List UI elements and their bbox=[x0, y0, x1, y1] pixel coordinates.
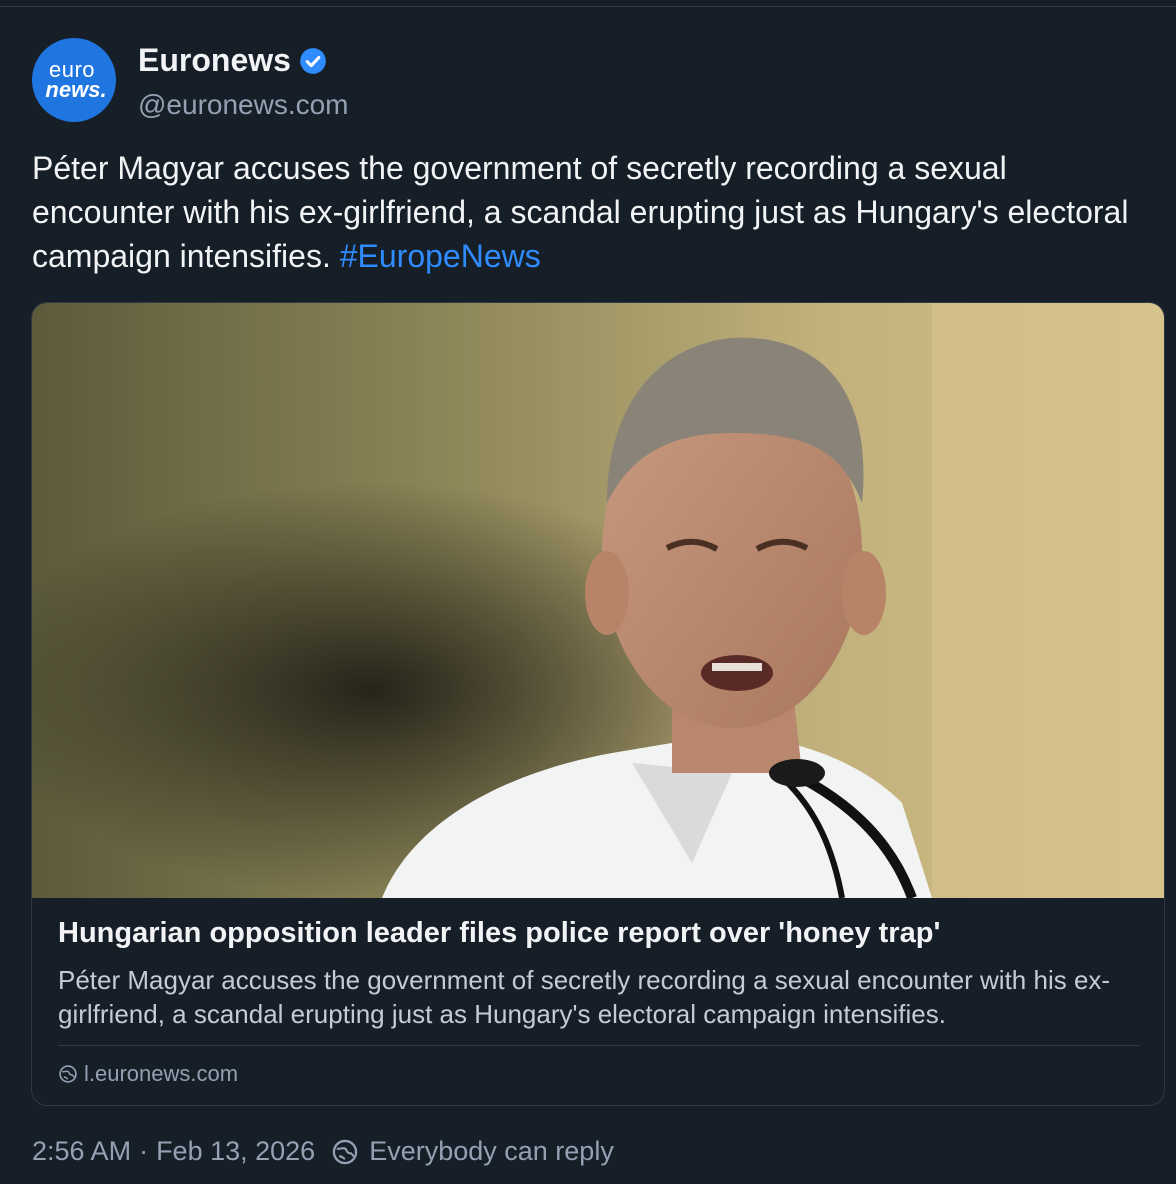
hashtag-link[interactable]: #EuropeNews bbox=[340, 238, 541, 274]
verified-badge-icon bbox=[300, 47, 326, 74]
link-card-divider bbox=[58, 1045, 1140, 1046]
link-card-title: Hungarian opposition leader files police… bbox=[58, 917, 941, 949]
link-card-description: Péter Magyar accuses the government of s… bbox=[58, 965, 1111, 1029]
avatar-text-line2: news. bbox=[45, 77, 107, 102]
link-card-domain: l.euronews.com bbox=[84, 1061, 239, 1086]
display-name[interactable]: Euronews bbox=[138, 42, 291, 79]
avatar[interactable]: euro news. bbox=[32, 38, 116, 122]
post-text: Péter Magyar accuses the government of s… bbox=[32, 146, 1142, 278]
photo-illustration bbox=[32, 303, 1164, 898]
post-body: Péter Magyar accuses the government of s… bbox=[32, 150, 1129, 274]
link-card-domain-row: l.euronews.com bbox=[58, 1061, 238, 1087]
link-card[interactable]: Hungarian opposition leader files police… bbox=[31, 302, 1165, 1106]
reply-settings-icon bbox=[332, 1139, 358, 1164]
link-card-image bbox=[32, 303, 1164, 898]
top-border bbox=[0, 0, 1176, 7]
post-time[interactable]: 2:56 AM bbox=[32, 1136, 131, 1167]
reply-setting-label[interactable]: Everybody can reply bbox=[369, 1136, 614, 1167]
post-footer: 2:56 AM · Feb 13, 2026 Everybody can rep… bbox=[32, 1136, 614, 1167]
post-date[interactable]: Feb 13, 2026 bbox=[156, 1136, 315, 1167]
author-names: Euronews @euronews.com bbox=[138, 42, 349, 121]
globe-icon bbox=[59, 1065, 77, 1083]
handle[interactable]: @euronews.com bbox=[138, 89, 349, 121]
display-name-row: Euronews bbox=[138, 42, 349, 79]
post-header: euro news. Euronews @euronews.com bbox=[32, 38, 349, 122]
meta-separator: · bbox=[139, 1136, 149, 1166]
